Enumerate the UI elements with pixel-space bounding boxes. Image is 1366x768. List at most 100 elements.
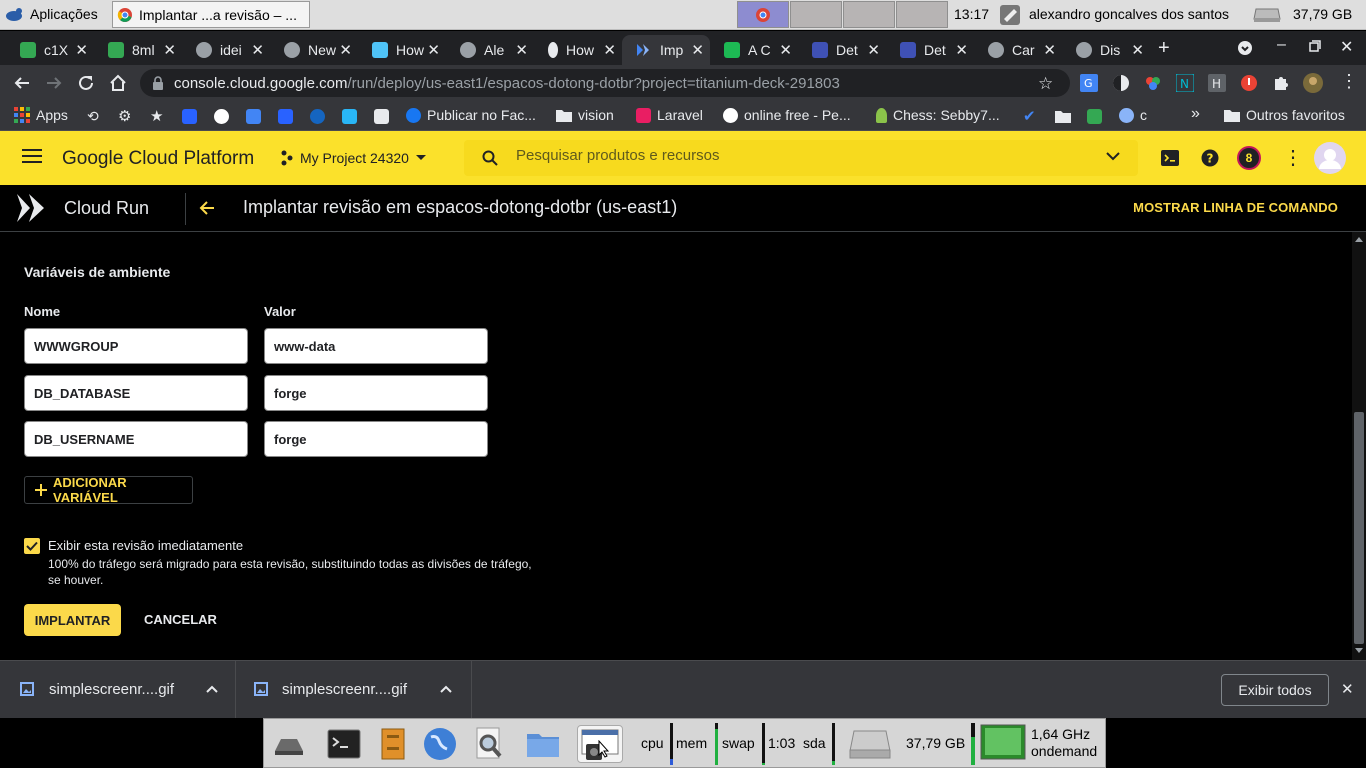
close-tab-icon[interactable]: ✕ [603, 41, 616, 59]
forward-icon[interactable] [44, 73, 64, 93]
hamburger-menu-icon[interactable] [22, 148, 42, 164]
bookmark-vision[interactable]: vision [556, 107, 614, 123]
show-all-downloads-button[interactable]: Exibir todos [1221, 674, 1329, 706]
notifications-badge[interactable]: 8 [1237, 146, 1261, 170]
more-bookmarks-chevron-icon[interactable]: » [1191, 105, 1200, 123]
bookmark-laravel[interactable]: Laravel [636, 107, 703, 123]
env-var-value-input[interactable] [264, 328, 488, 364]
cpu-monitor[interactable]: cpu [641, 735, 664, 751]
bookmark-facebook[interactable]: Publicar no Fac... [406, 107, 536, 123]
tab-12[interactable]: Dis ✕ [1062, 35, 1150, 65]
tab-1[interactable]: 8ml ✕ [94, 35, 182, 65]
bookmark-star-icon[interactable]: ☆ [1038, 74, 1053, 94]
taskbar-window-chrome[interactable]: Implantar ...a revisão – ... [112, 1, 310, 28]
page-scrollbar[interactable] [1352, 232, 1366, 660]
bookmark-site-icon[interactable] [342, 109, 357, 124]
star-bookmark-icon[interactable]: ★ [150, 107, 163, 125]
home-icon[interactable] [108, 73, 128, 93]
workspace-4[interactable] [896, 1, 948, 28]
close-tab-icon[interactable]: ✕ [427, 41, 440, 59]
env-var-name-input[interactable] [24, 328, 248, 364]
bing-icon[interactable] [278, 109, 293, 124]
close-tab-icon[interactable]: ✕ [955, 41, 968, 59]
gcp-brand[interactable]: Google Cloud Platform [62, 148, 254, 170]
serve-revision-checkbox[interactable] [24, 538, 40, 554]
close-tab-icon[interactable]: ✕ [1043, 41, 1056, 59]
close-tab-icon[interactable]: ✕ [867, 41, 880, 59]
profile-avatar-icon[interactable] [1302, 72, 1324, 94]
scrollbar-thumb[interactable] [1354, 412, 1364, 644]
disk-io-monitor[interactable]: sda [803, 735, 826, 751]
env-var-value-input[interactable] [264, 421, 488, 457]
search-input[interactable] [516, 147, 1076, 164]
help-icon[interactable]: ? [1201, 149, 1219, 167]
account-avatar[interactable] [1314, 142, 1346, 174]
settings-gear-icon[interactable]: ⚙ [118, 107, 131, 125]
bing-icon[interactable] [182, 109, 197, 124]
applications-menu[interactable]: Aplicações [4, 5, 98, 23]
tab-10[interactable]: Det ✕ [886, 35, 974, 65]
back-icon[interactable] [12, 73, 32, 93]
bookmark-site-icon[interactable] [310, 109, 325, 124]
scroll-down-arrow-icon[interactable] [1355, 648, 1363, 654]
bookmark-online-free[interactable]: online free - Pe... [723, 107, 851, 123]
history-icon[interactable]: ⟲ [87, 108, 99, 125]
bookmark-c[interactable]: c [1119, 107, 1147, 123]
hard-drive-icon[interactable] [848, 727, 892, 761]
tab-11[interactable]: Car ✕ [974, 35, 1062, 65]
tab-7-active[interactable]: Imp ✕ [622, 35, 710, 65]
cancel-button[interactable]: CANCELAR [144, 612, 217, 627]
search-magnifier-icon[interactable] [470, 725, 508, 763]
tab-9[interactable]: Det ✕ [798, 35, 886, 65]
dark-mode-extension-icon[interactable] [1112, 74, 1130, 92]
bookmark-site-icon[interactable] [1087, 109, 1102, 124]
tab-0[interactable]: c1X ✕ [6, 35, 94, 65]
tab-8[interactable]: A C ✕ [710, 35, 798, 65]
new-tab-icon[interactable]: + [1158, 37, 1170, 60]
bookmark-chess[interactable]: Chess: Sebby7... [876, 107, 1000, 123]
translate-extension-icon[interactable]: G [1080, 74, 1098, 92]
image-bookmark-icon[interactable] [374, 109, 389, 124]
more-options-icon[interactable]: ⋮ [1283, 145, 1303, 170]
search-box[interactable] [464, 140, 1138, 176]
project-selector[interactable]: My Project 24320 [280, 150, 427, 166]
add-variable-button[interactable]: ADICIONAR VARIÁVEL [24, 475, 193, 505]
env-var-name-input[interactable] [24, 421, 248, 457]
translate-bookmark-icon[interactable] [246, 109, 261, 124]
env-var-name-input[interactable] [24, 375, 248, 411]
close-tab-icon[interactable]: ✕ [75, 41, 88, 59]
search-expand-chevron-icon[interactable] [1106, 152, 1120, 162]
google-icon[interactable] [214, 109, 229, 124]
show-desktop-icon[interactable] [269, 725, 307, 763]
web-browser-globe-icon[interactable] [421, 725, 459, 763]
folder-icon[interactable] [1055, 110, 1071, 123]
workspace-1[interactable] [737, 1, 789, 28]
product-name[interactable]: Cloud Run [64, 198, 149, 219]
show-command-line-button[interactable]: MOSTRAR LINHA DE COMANDO [1133, 200, 1338, 215]
workspace-3[interactable] [843, 1, 895, 28]
check-bookmark-icon[interactable]: ✔ [1023, 107, 1036, 125]
close-tab-icon[interactable]: ✕ [691, 41, 704, 59]
notification-extension-icon[interactable] [1240, 74, 1258, 92]
close-tab-icon[interactable]: ✕ [1131, 41, 1144, 59]
chevron-up-icon[interactable] [206, 685, 218, 693]
network-icon[interactable] [999, 4, 1021, 26]
home-folder-icon[interactable] [524, 725, 562, 763]
user-name[interactable]: alexandro goncalves dos santos [1029, 6, 1229, 22]
bookmark-apps[interactable]: Apps [14, 107, 68, 123]
close-tab-icon[interactable]: ✕ [339, 41, 352, 59]
tab-3[interactable]: New ✕ [270, 35, 358, 65]
address-bar[interactable]: console.cloud.google.com/run/deploy/us-e… [140, 69, 1070, 97]
color-extension-icon[interactable] [1144, 74, 1162, 92]
cloud-shell-icon[interactable] [1161, 150, 1179, 166]
tab-4[interactable]: How ✕ [358, 35, 446, 65]
download-item[interactable]: simplescreenr....gif [0, 661, 236, 719]
close-tab-icon[interactable]: ✕ [251, 41, 264, 59]
h-extension-icon[interactable]: H [1208, 74, 1226, 92]
tab-2[interactable]: idei ✕ [182, 35, 270, 65]
env-var-value-input[interactable] [264, 375, 488, 411]
tab-search-icon[interactable] [1237, 40, 1253, 56]
close-tab-icon[interactable]: ✕ [515, 41, 528, 59]
tab-6[interactable]: How ✕ [534, 35, 622, 65]
scroll-up-arrow-icon[interactable] [1355, 236, 1363, 242]
